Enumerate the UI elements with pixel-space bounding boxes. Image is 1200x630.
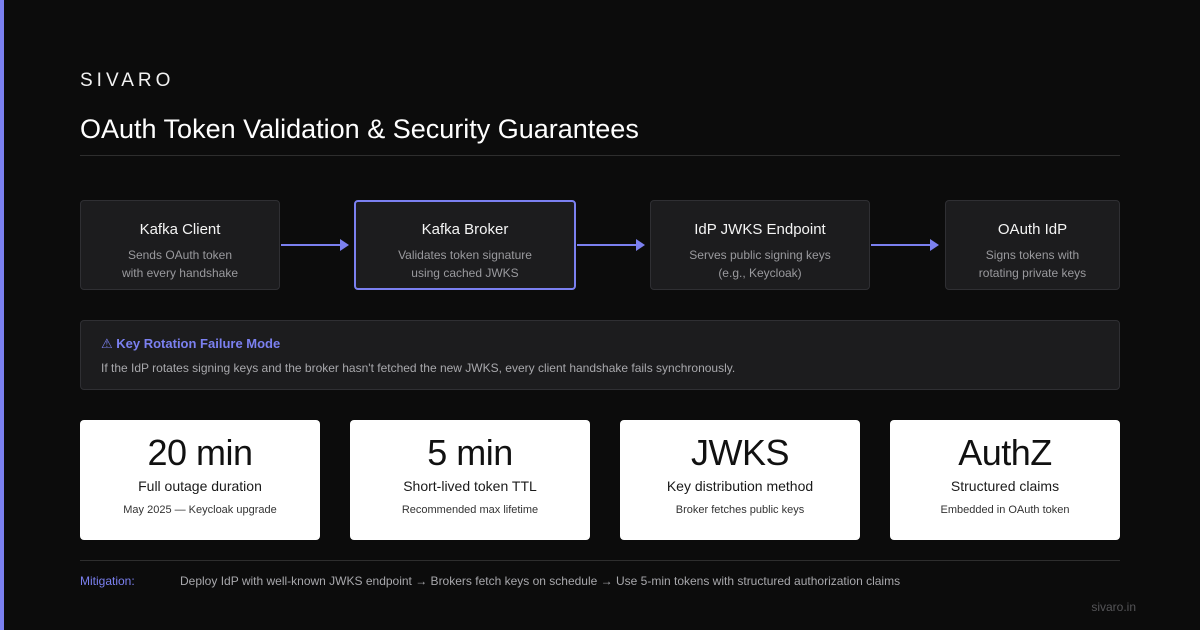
node-description: Serves public signing keys (e.g., Keyclo…: [651, 246, 869, 282]
brand-logo: SIVARO: [80, 70, 175, 91]
node-desc-line: with every handshake: [121, 266, 239, 280]
node-desc-line: Signs tokens with: [985, 248, 1080, 262]
bottom-divider: [80, 560, 1120, 561]
node-desc-line: using cached JWKS: [411, 266, 519, 280]
title-divider: [80, 155, 1120, 156]
node-title: Kafka Client: [139, 221, 221, 238]
flow-node-oauth-idp: OAuth IdP Signs tokens with rotating pri…: [945, 200, 1120, 290]
stat-value: 20 min: [147, 432, 253, 473]
stat-label: Key distribution method: [666, 478, 814, 494]
stat-value: AuthZ: [958, 432, 1052, 473]
accent-bar: [0, 0, 4, 630]
stat-subtext: Recommended max lifetime: [401, 504, 539, 516]
flow-arrow: [281, 239, 349, 251]
node-desc-line: (e.g., Keycloak): [718, 266, 802, 280]
footer-url: sivaro.in: [1091, 600, 1136, 614]
mitigation-text: Deploy IdP with well-known JWKS endpoint…: [180, 574, 901, 588]
warning-title: ⚠ Key Rotation Failure Mode: [101, 336, 281, 351]
warning-panel: ⚠ Key Rotation Failure Mode If the IdP r…: [80, 320, 1120, 390]
node-desc-line: Validates token signature: [398, 248, 532, 262]
stat-label: Full outage duration: [138, 478, 262, 494]
stat-card-jwks: JWKS Key distribution method Broker fetc…: [620, 420, 860, 540]
node-title: Kafka Broker: [421, 221, 509, 238]
stat-value: 5 min: [427, 432, 513, 473]
node-description: Sends OAuth token with every handshake: [81, 246, 279, 282]
stat-subtext: Embedded in OAuth token: [940, 504, 1070, 516]
node-description: Validates token signature using cached J…: [356, 246, 574, 282]
stat-card-token-ttl: 5 min Short-lived token TTL Recommended …: [350, 420, 590, 540]
stat-subtext: May 2025 — Keycloak upgrade: [123, 504, 277, 516]
flow-arrow: [577, 239, 645, 251]
stat-label: Structured claims: [950, 478, 1060, 494]
stat-label: Short-lived token TTL: [403, 478, 537, 494]
node-desc-line: Serves public signing keys: [689, 248, 831, 262]
flow-arrow: [871, 239, 939, 251]
node-description: Signs tokens with rotating private keys: [946, 246, 1119, 282]
flow-node-kafka-broker: Kafka Broker Validates token signature u…: [354, 200, 576, 290]
node-desc-line: rotating private keys: [978, 266, 1087, 280]
stat-card-authz: AuthZ Structured claims Embedded in OAut…: [890, 420, 1120, 540]
flow-node-kafka-client: Kafka Client Sends OAuth token with ever…: [80, 200, 280, 290]
warning-text: If the IdP rotates signing keys and the …: [101, 361, 736, 375]
node-title: OAuth IdP: [997, 221, 1068, 238]
page-title: OAuth Token Validation & Security Guaran…: [80, 114, 639, 144]
flow-node-idp-jwks-endpoint: IdP JWKS Endpoint Serves public signing …: [650, 200, 870, 290]
node-desc-line: Sends OAuth token: [127, 248, 233, 262]
node-title: IdP JWKS Endpoint: [694, 221, 826, 238]
stat-subtext: Broker fetches public keys: [675, 504, 805, 516]
stat-card-outage: 20 min Full outage duration May 2025 — K…: [80, 420, 320, 540]
stat-value: JWKS: [690, 432, 790, 473]
mitigation-label: Mitigation:: [80, 574, 135, 588]
